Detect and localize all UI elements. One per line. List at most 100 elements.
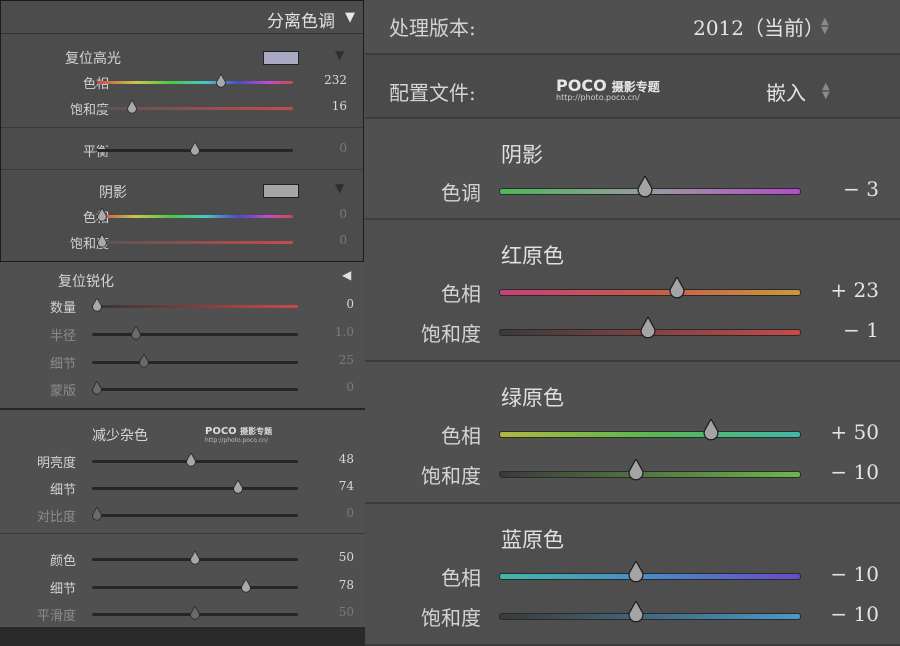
slider-label: 对比度: [36, 510, 76, 525]
calibration-slider-value[interactable]: − 3: [775, 177, 879, 201]
slider-thumb[interactable]: [190, 550, 200, 565]
slider-value[interactable]: 0: [304, 380, 354, 394]
slider-value[interactable]: 50: [304, 550, 354, 564]
calibration-slider-thumb[interactable]: [627, 599, 645, 623]
expand-triangle-icon[interactable]: ◀: [342, 268, 351, 282]
slider-thumb[interactable]: [186, 452, 196, 467]
slider-value[interactable]: 1.0: [304, 325, 354, 339]
calibration-slider-thumb[interactable]: [702, 417, 720, 441]
process-version-select[interactable]: 2012（当前）: [693, 12, 824, 41]
slider-track[interactable]: [92, 586, 298, 589]
slider-label: 蒙版: [49, 384, 76, 399]
calibration-section-title: 红原色: [501, 244, 564, 268]
shadows-color-swatch[interactable]: [263, 184, 299, 198]
slider-value[interactable]: 0: [297, 207, 347, 221]
slider-value[interactable]: 25: [304, 353, 354, 367]
slider-thumb[interactable]: [216, 73, 226, 88]
slider-track[interactable]: [92, 305, 298, 308]
slider-track[interactable]: [92, 361, 298, 364]
slider-thumb[interactable]: [131, 325, 141, 340]
divider: [0, 533, 365, 534]
slider-thumb[interactable]: [233, 479, 243, 494]
poco-watermark-small: POCO 摄影专题 http://photo.poco.cn/: [205, 426, 273, 444]
slider-value[interactable]: 78: [304, 578, 354, 592]
calibration-slider-label: 色相: [441, 424, 481, 448]
shadows-picker-triangle-icon[interactable]: ▼: [335, 181, 344, 195]
calibration-section-title: 阴影: [501, 143, 543, 167]
calibration-slider-thumb[interactable]: [636, 174, 654, 198]
calibration-slider-track[interactable]: [499, 573, 801, 580]
calibration-slider-label: 饱和度: [421, 322, 481, 346]
highlights-color-swatch[interactable]: [263, 51, 299, 65]
slider-value[interactable]: 50: [304, 605, 354, 619]
slider-label: 明亮度: [36, 456, 76, 471]
profile-updown-icon[interactable]: ▲ ▼: [822, 82, 830, 101]
calibration-slider-track[interactable]: [499, 431, 801, 438]
slider-track[interactable]: [97, 215, 293, 218]
calibration-slider-thumb[interactable]: [639, 315, 657, 339]
divider: [1, 127, 363, 128]
calibration-slider-label: 色相: [441, 282, 481, 306]
slider-thumb[interactable]: [126, 99, 137, 114]
header-divider: [1, 33, 363, 34]
slider-value[interactable]: 48: [304, 452, 354, 466]
slider-thumb[interactable]: [97, 207, 107, 222]
slider-thumb[interactable]: [190, 605, 200, 620]
profile-label: 配置文件:: [389, 81, 476, 105]
calibration-slider-value[interactable]: + 50: [775, 420, 879, 444]
slider-label: 细节: [49, 483, 76, 498]
highlights-picker-triangle-icon[interactable]: ▼: [335, 48, 344, 62]
slider-value[interactable]: 0: [304, 506, 354, 520]
shadows-label: 阴影: [99, 185, 127, 201]
collapse-triangle-icon[interactable]: ▼: [345, 10, 355, 25]
slider-value[interactable]: 0: [304, 297, 354, 311]
calibration-slider-thumb[interactable]: [668, 275, 686, 299]
slider-thumb[interactable]: [92, 297, 102, 312]
sharpening-reset-label[interactable]: 复位锐化: [58, 271, 114, 291]
calibration-slider-value[interactable]: − 10: [775, 602, 879, 626]
calibration-slider-value[interactable]: − 10: [775, 562, 879, 586]
slider-label: 颜色: [49, 554, 76, 569]
slider-thumb[interactable]: [241, 578, 251, 593]
calibration-slider-value[interactable]: − 1: [775, 318, 879, 342]
slider-value[interactable]: 16: [297, 99, 347, 113]
slider-thumb[interactable]: [97, 233, 107, 248]
slider-value[interactable]: 232: [297, 73, 347, 87]
calibration-slider-value[interactable]: + 23: [775, 278, 879, 302]
calibration-slider-value[interactable]: − 10: [775, 460, 879, 484]
slider-track[interactable]: [92, 388, 298, 391]
highlights-reset-label[interactable]: 复位高光: [65, 48, 121, 68]
calibration-section-title: 绿原色: [501, 386, 564, 410]
calibration-slider-label: 饱和度: [421, 464, 481, 488]
calibration-slider-track[interactable]: [499, 471, 801, 478]
slider-track[interactable]: [97, 241, 293, 244]
calibration-slider-thumb[interactable]: [627, 457, 645, 481]
split-toning-panel: 分离色调 ▼ 复位高光 ▼ 色相 232 饱和度 16 平衡 0 色相 0 饱和度 0 阴影 ▼: [0, 0, 364, 262]
camera-calibration-panel: 处理版本: 2012（当前） ▲ ▼ 配置文件: POCO 摄影专题 http:/…: [365, 0, 900, 646]
calibration-slider-track[interactable]: [499, 613, 801, 620]
calibration-slider-track[interactable]: [499, 289, 801, 296]
slider-track[interactable]: [97, 81, 293, 84]
slider-label: 半径: [49, 329, 76, 344]
section-divider: [0, 408, 365, 410]
calibration-slider-label: 色相: [441, 566, 481, 590]
slider-thumb[interactable]: [139, 353, 149, 368]
slider-thumb[interactable]: [92, 506, 102, 521]
slider-label: 平滑度: [36, 609, 76, 624]
slider-value[interactable]: 74: [304, 479, 354, 493]
calibration-slider-thumb[interactable]: [627, 559, 645, 583]
slider-track[interactable]: [92, 487, 298, 490]
divider: [1, 169, 363, 170]
slider-label: 数量: [49, 301, 76, 316]
process-version-updown-icon[interactable]: ▲ ▼: [821, 17, 829, 36]
slider-track[interactable]: [92, 333, 298, 336]
slider-track[interactable]: [92, 514, 298, 517]
profile-select[interactable]: 嵌入: [766, 77, 806, 106]
noise-reduction-label: 减少杂色: [92, 428, 148, 444]
slider-thumb[interactable]: [190, 141, 200, 156]
slider-value[interactable]: 0: [297, 233, 347, 247]
panel-title: 分离色调: [267, 12, 335, 32]
slider-thumb[interactable]: [92, 380, 102, 395]
slider-value[interactable]: 0: [297, 141, 347, 155]
calibration-slider-label: 色调: [441, 181, 481, 205]
